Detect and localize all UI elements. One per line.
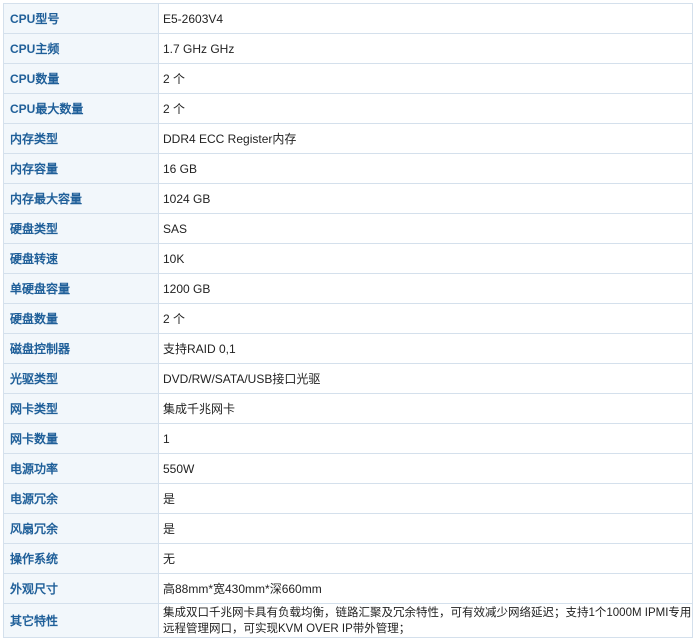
- spec-row-cpu-frequency: CPU主频 1.7 GHz GHz: [3, 33, 693, 64]
- spec-value: 集成千兆网卡: [158, 393, 693, 424]
- spec-table: CPU型号 E5-2603V4 CPU主频 1.7 GHz GHz CPU数量 …: [3, 3, 693, 638]
- spec-value: SAS: [158, 213, 693, 244]
- spec-label: 硬盘类型: [3, 213, 159, 244]
- spec-row-nic-count: 网卡数量 1: [3, 423, 693, 454]
- spec-row-fan-redundancy: 风扇冗余 是: [3, 513, 693, 544]
- spec-label: 其它特性: [3, 603, 159, 638]
- spec-label: 风扇冗余: [3, 513, 159, 544]
- spec-value: 10K: [158, 243, 693, 274]
- spec-label: 网卡类型: [3, 393, 159, 424]
- spec-row-nic-type: 网卡类型 集成千兆网卡: [3, 393, 693, 424]
- spec-row-disk-capacity: 单硬盘容量 1200 GB: [3, 273, 693, 304]
- spec-label: CPU型号: [3, 3, 159, 34]
- spec-row-memory-capacity: 内存容量 16 GB: [3, 153, 693, 184]
- spec-label: CPU数量: [3, 63, 159, 94]
- spec-label: 电源冗余: [3, 483, 159, 514]
- spec-label: 外观尺寸: [3, 573, 159, 604]
- spec-value: 2 个: [158, 303, 693, 334]
- spec-value: 16 GB: [158, 153, 693, 184]
- spec-value: 集成双口千兆网卡具有负载均衡，链路汇聚及冗余特性，可有效减少网络延迟；支持1个1…: [158, 603, 693, 638]
- spec-label: 操作系统: [3, 543, 159, 574]
- spec-row-memory-type: 内存类型 DDR4 ECC Register内存: [3, 123, 693, 154]
- spec-row-disk-count: 硬盘数量 2 个: [3, 303, 693, 334]
- spec-label: CPU主频: [3, 33, 159, 64]
- spec-label: 内存类型: [3, 123, 159, 154]
- spec-label: 内存最大容量: [3, 183, 159, 214]
- spec-label: 单硬盘容量: [3, 273, 159, 304]
- spec-row-dimensions: 外观尺寸 高88mm*宽430mm*深660mm: [3, 573, 693, 604]
- spec-row-cpu-max-count: CPU最大数量 2 个: [3, 93, 693, 124]
- spec-row-disk-speed: 硬盘转速 10K: [3, 243, 693, 274]
- spec-label: 光驱类型: [3, 363, 159, 394]
- spec-value: DDR4 ECC Register内存: [158, 123, 693, 154]
- spec-value: 支持RAID 0,1: [158, 333, 693, 364]
- spec-value: DVD/RW/SATA/USB接口光驱: [158, 363, 693, 394]
- spec-value: 2 个: [158, 63, 693, 94]
- spec-row-power-redundancy: 电源冗余 是: [3, 483, 693, 514]
- spec-label: 网卡数量: [3, 423, 159, 454]
- spec-value: 是: [158, 483, 693, 514]
- spec-value: 高88mm*宽430mm*深660mm: [158, 573, 693, 604]
- spec-value: 1200 GB: [158, 273, 693, 304]
- spec-row-cpu-model: CPU型号 E5-2603V4: [3, 3, 693, 34]
- spec-value: 2 个: [158, 93, 693, 124]
- spec-label: 磁盘控制器: [3, 333, 159, 364]
- spec-row-optical-drive: 光驱类型 DVD/RW/SATA/USB接口光驱: [3, 363, 693, 394]
- spec-value: E5-2603V4: [158, 3, 693, 34]
- spec-value: 1: [158, 423, 693, 454]
- spec-row-disk-type: 硬盘类型 SAS: [3, 213, 693, 244]
- spec-value: 1024 GB: [158, 183, 693, 214]
- spec-label: 内存容量: [3, 153, 159, 184]
- spec-row-operating-system: 操作系统 无: [3, 543, 693, 574]
- spec-row-memory-max-capacity: 内存最大容量 1024 GB: [3, 183, 693, 214]
- spec-label: CPU最大数量: [3, 93, 159, 124]
- spec-value: 550W: [158, 453, 693, 484]
- spec-row-other-features: 其它特性 集成双口千兆网卡具有负载均衡，链路汇聚及冗余特性，可有效减少网络延迟；…: [3, 603, 693, 638]
- spec-row-power-rating: 电源功率 550W: [3, 453, 693, 484]
- spec-label: 硬盘转速: [3, 243, 159, 274]
- spec-value: 是: [158, 513, 693, 544]
- spec-row-cpu-count: CPU数量 2 个: [3, 63, 693, 94]
- spec-value: 无: [158, 543, 693, 574]
- spec-row-disk-controller: 磁盘控制器 支持RAID 0,1: [3, 333, 693, 364]
- spec-label: 电源功率: [3, 453, 159, 484]
- spec-value: 1.7 GHz GHz: [158, 33, 693, 64]
- spec-label: 硬盘数量: [3, 303, 159, 334]
